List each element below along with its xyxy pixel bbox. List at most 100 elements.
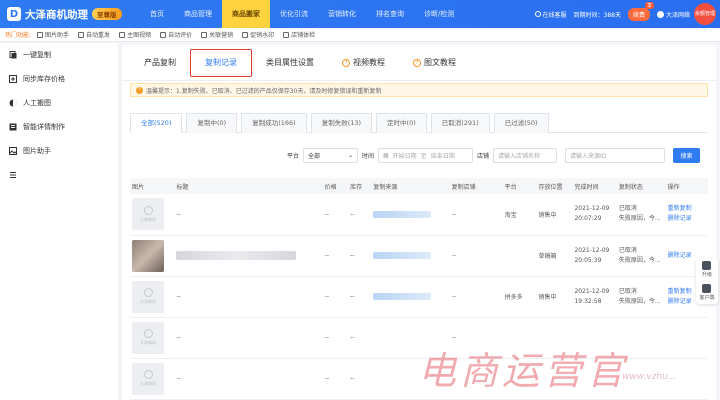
upgrade-button[interactable]: 升级 bbox=[702, 261, 712, 278]
watermark-url: www.vzhu... bbox=[622, 372, 677, 382]
cell-stock: -- bbox=[350, 293, 355, 300]
shop-input[interactable]: 请输入店铺名称 bbox=[493, 147, 557, 163]
status-tab-failed[interactable]: 复制失败(13) bbox=[310, 113, 373, 133]
platform-select[interactable]: 全部 ⌄ bbox=[302, 147, 358, 163]
online-service-link[interactable]: 在线客服 bbox=[534, 10, 567, 19]
product-thumbnail[interactable]: 大泽商机 bbox=[132, 321, 164, 354]
status-tab-all[interactable]: 全部(520) bbox=[130, 113, 183, 133]
source-link-blurred[interactable] bbox=[373, 293, 432, 300]
status-tab-cancelled[interactable]: 已取消(291) bbox=[430, 113, 490, 133]
quick-shop-checkup[interactable]: 店铺体检 bbox=[283, 30, 315, 39]
product-thumbnail[interactable]: 大泽商机 bbox=[132, 198, 164, 231]
calendar-icon: ▦ bbox=[382, 151, 389, 159]
source-id-input[interactable]: 请输入来源ID bbox=[565, 147, 665, 163]
source-link-blurred[interactable] bbox=[373, 210, 432, 218]
user-menu[interactable]: 大泽网络 bbox=[656, 10, 690, 19]
quick-image-helper[interactable]: 图片助手 bbox=[37, 30, 69, 39]
sidebar-item-image-helper[interactable]: 图片助手 bbox=[0, 139, 118, 163]
cell-stock: -- bbox=[350, 375, 355, 382]
quick-promo-watermark[interactable]: 促销水印 bbox=[242, 30, 274, 39]
tab-video-tutorial[interactable]: ? 视频教程 bbox=[328, 49, 399, 77]
quick-related-marketing[interactable]: 关联营销 bbox=[201, 30, 233, 39]
nav-optimize-traffic[interactable]: 优化引流 bbox=[270, 0, 318, 28]
source-link-blurred[interactable] bbox=[373, 252, 432, 259]
video-icon bbox=[119, 31, 126, 38]
detail-icon bbox=[9, 123, 17, 131]
tab-category-settings[interactable]: 类目属性设置 bbox=[252, 49, 328, 77]
nav-ranking[interactable]: 排名查询 bbox=[366, 0, 414, 28]
status-tab-success[interactable]: 复制成功(166) bbox=[241, 113, 307, 133]
product-thumbnail[interactable]: 大泽商机 bbox=[132, 362, 164, 395]
sidebar: 一键复制 同步库存价格 人工搬图 智能详情制作 图片助手 bbox=[0, 43, 118, 400]
table-row: 大泽商机 -- -- -- -- 淘宝 销售中 2021-12-09 20:07:… bbox=[130, 194, 708, 235]
status-tab-scheduled[interactable]: 定时中(0) bbox=[376, 113, 427, 133]
title-blurred bbox=[176, 251, 297, 260]
cell-status: 已取消 bbox=[618, 246, 637, 254]
col-location: 存放位置 bbox=[536, 178, 573, 194]
platform-label: 平台 bbox=[286, 152, 299, 160]
sidebar-item-smart-detail[interactable]: 智能详情制作 bbox=[0, 115, 118, 139]
cell-fail-reason: 失败原因，今... bbox=[618, 297, 661, 305]
online-service-label: 在线客服 bbox=[542, 11, 567, 19]
cell-fail-reason: 失败原因，今... bbox=[618, 256, 661, 264]
product-thumbnail[interactable] bbox=[132, 239, 164, 272]
sidebar-item-one-click-copy[interactable]: 一键复制 bbox=[0, 43, 118, 67]
sidebar-item-list[interactable] bbox=[0, 163, 118, 187]
cell-time-date: 2021-12-09 bbox=[574, 205, 610, 213]
top-navbar: D 大泽商机助理 至尊版 首页 商品管理 商品搬家 优化引流 营销转化 排名查询… bbox=[0, 0, 720, 28]
chevron-down-icon: ⌄ bbox=[347, 151, 353, 159]
thumb-text: 大泽商机 bbox=[140, 340, 156, 345]
recopy-link[interactable]: 重新复制 bbox=[668, 204, 708, 214]
nav-product-move[interactable]: 商品搬家 bbox=[222, 0, 270, 28]
upgrade-label: 升级 bbox=[701, 272, 712, 278]
cell-platform bbox=[503, 235, 537, 276]
status-tab-copying[interactable]: 复制中(0) bbox=[186, 113, 238, 133]
quick-auto-repost[interactable]: 自动重发 bbox=[78, 30, 110, 39]
col-shop: 复制店铺 bbox=[449, 178, 503, 194]
cell-price: -- bbox=[324, 375, 329, 382]
sidebar-item-sync-stock[interactable]: 同步库存价格 bbox=[0, 67, 118, 91]
status-tab-filtered[interactable]: 已过滤(50) bbox=[493, 113, 549, 133]
quick-main-video[interactable]: 主图视频 bbox=[119, 30, 151, 39]
cell-title: -- bbox=[176, 375, 181, 382]
sidebar-item-label: 人工搬图 bbox=[23, 99, 51, 107]
delete-record-link[interactable]: 删除记录 bbox=[668, 214, 708, 224]
product-thumbnail[interactable]: 大泽商机 bbox=[132, 280, 164, 313]
cell-time-clock: 20:07:29 bbox=[574, 215, 602, 223]
nav-marketing[interactable]: 营销转化 bbox=[318, 0, 366, 28]
tab-text-tutorial[interactable]: ? 图文教程 bbox=[399, 49, 470, 77]
quick-item-label: 关联营销 bbox=[209, 32, 234, 39]
date-range-picker[interactable]: ▦ 开始日期 至 结束日期 bbox=[377, 147, 473, 163]
quick-item-label: 自动评价 bbox=[168, 32, 193, 39]
col-price: 价格 bbox=[322, 178, 349, 194]
nav-home[interactable]: 首页 bbox=[140, 0, 174, 28]
nav-diagnose[interactable]: 诊断/检测 bbox=[414, 0, 464, 28]
col-title: 标题 bbox=[174, 178, 323, 194]
tab-copy-records[interactable]: 复制记录 bbox=[190, 48, 252, 77]
sidebar-item-label: 一键复制 bbox=[23, 51, 51, 59]
search-button[interactable]: 搜索 bbox=[673, 147, 700, 163]
quick-item-label: 自动重发 bbox=[86, 32, 111, 39]
quick-label: 热门功能: bbox=[5, 32, 32, 39]
quick-auto-review[interactable]: 自动评价 bbox=[160, 30, 192, 39]
status-tabs: 全部(520) 复制中(0) 复制成功(166) 复制失败(13) 定时中(0)… bbox=[130, 113, 708, 133]
tab-product-copy[interactable]: 产品复制 bbox=[130, 49, 190, 77]
top-tabs: 产品复制 复制记录 类目属性设置 ? 视频教程 ? 图文教程 bbox=[122, 45, 716, 81]
client-button[interactable]: 客户端 bbox=[699, 284, 715, 301]
sidebar-item-manual-image[interactable]: 人工搬图 bbox=[0, 91, 118, 115]
renew-label: 续费 bbox=[632, 11, 645, 19]
col-status: 复制状态 bbox=[616, 178, 666, 194]
nav-product-management[interactable]: 商品管理 bbox=[174, 0, 222, 28]
rocket-icon bbox=[702, 261, 712, 270]
logo-mark-icon: D bbox=[7, 7, 21, 21]
platform-value: 全部 bbox=[307, 152, 320, 160]
cell-shop: -- bbox=[451, 293, 457, 300]
renew-button[interactable]: 续费 享 bbox=[627, 1, 654, 21]
thumb-text: 大泽商机 bbox=[140, 381, 156, 386]
table-row: 大泽商机 -- -- -- -- 拼多多 销售中 2021-12-09 19:32… bbox=[130, 276, 708, 317]
cell-status: 已取消 bbox=[618, 205, 637, 213]
logo[interactable]: D 大泽商机助理 至尊版 bbox=[0, 7, 140, 22]
cell-stock: -- bbox=[350, 210, 355, 218]
balance-badge[interactable]: 余额管理 bbox=[694, 3, 716, 25]
tab-label: 视频教程 bbox=[353, 58, 385, 67]
